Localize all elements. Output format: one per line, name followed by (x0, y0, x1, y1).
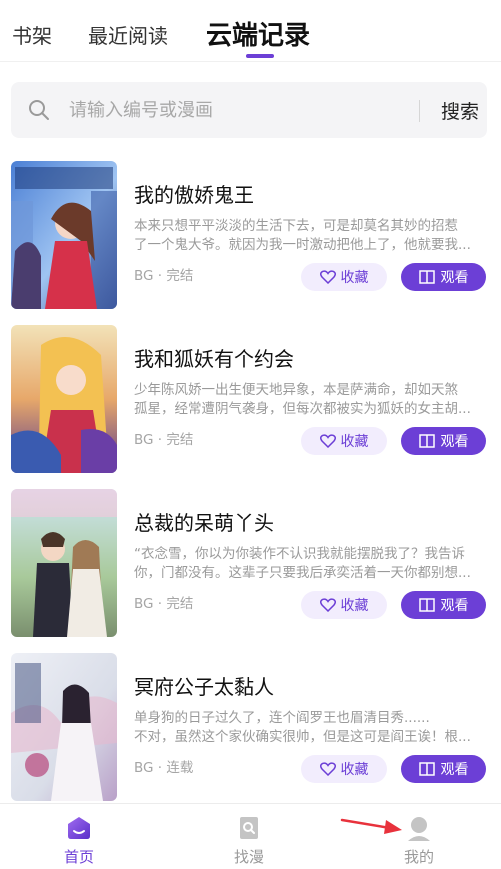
heart-icon (319, 762, 336, 776)
list-item[interactable]: 我和狐妖有个约会 少年陈风娇一出生便天地异象，本是萨满命，却如天煞 孤星，经常遭… (0, 325, 501, 475)
comic-meta: BG · 完结 (134, 432, 194, 448)
profile-icon (408, 817, 430, 841)
top-tab-bar: 书架 最近阅读 云端记录 (0, 0, 501, 62)
comic-meta: BG · 完结 (134, 268, 194, 284)
book-icon (418, 434, 435, 448)
comic-description: 少年陈风娇一出生便天地异象，本是萨满命，却如天煞 孤星，经常遭阴气袭身，但每次都… (134, 382, 471, 417)
book-icon (418, 270, 435, 284)
nav-home[interactable]: 首页 (39, 814, 119, 867)
find-comic-icon (240, 817, 258, 839)
bottom-navigation: 首页 找漫 我的 (0, 803, 501, 869)
comic-title[interactable]: 我和狐妖有个约会 (134, 343, 294, 372)
heart-icon (319, 598, 336, 612)
comic-title[interactable]: 我的傲娇鬼王 (134, 179, 254, 208)
heart-icon (319, 434, 336, 448)
tab-recent-reading[interactable]: 最近阅读 (88, 20, 168, 49)
favorite-button[interactable]: 收藏 (301, 755, 387, 783)
favorite-button[interactable]: 收藏 (301, 427, 387, 455)
tab-bookshelf[interactable]: 书架 (12, 20, 52, 49)
comic-title[interactable]: 冥府公子太黏人 (134, 671, 274, 700)
watch-button[interactable]: 观看 (401, 591, 486, 619)
tab-cloud-record[interactable]: 云端记录 (206, 15, 310, 52)
search-input[interactable] (69, 96, 399, 124)
favorite-button[interactable]: 收藏 (301, 263, 387, 291)
heart-icon (319, 270, 336, 284)
comic-cover[interactable] (11, 653, 117, 801)
comic-description: “衣念雪，你以为你装作不认识我就能摆脱我了？我告诉 你，门都没有。这辈子只要我后… (134, 546, 471, 581)
comic-cover[interactable] (11, 161, 117, 309)
watch-button[interactable]: 观看 (401, 263, 486, 291)
annotation-arrow-icon (340, 818, 402, 834)
active-tab-indicator (246, 54, 274, 58)
watch-button[interactable]: 观看 (401, 755, 486, 783)
home-icon (68, 817, 90, 839)
book-icon (418, 598, 435, 612)
comic-title[interactable]: 总裁的呆萌丫头 (134, 507, 274, 536)
search-divider (419, 100, 420, 122)
comic-cover[interactable] (11, 325, 117, 473)
search-icon (29, 100, 49, 120)
comic-description: 单身狗的日子过久了，连个阎罗王也眉清目秀...... 不对，虽然这个家伙确实很帅… (134, 710, 471, 745)
list-item[interactable]: 总裁的呆萌丫头 “衣念雪，你以为你装作不认识我就能摆脱我了？我告诉 你，门都没有… (0, 489, 501, 639)
comic-meta: BG · 连载 (134, 760, 194, 776)
search-bar: 搜索 (11, 82, 487, 138)
watch-button[interactable]: 观看 (401, 427, 486, 455)
comic-description: 本来只想平平淡淡的生活下去，可是却莫名其妙的招惹 了一个鬼大爷。就因为我一时激动… (134, 218, 471, 253)
favorite-button[interactable]: 收藏 (301, 591, 387, 619)
book-icon (418, 762, 435, 776)
search-button[interactable]: 搜索 (441, 97, 479, 124)
comic-cover[interactable] (11, 489, 117, 637)
comic-meta: BG · 完结 (134, 596, 194, 612)
list-item[interactable]: 我的傲娇鬼王 本来只想平平淡淡的生活下去，可是却莫名其妙的招惹 了一个鬼大爷。就… (0, 161, 501, 311)
list-item[interactable]: 冥府公子太黏人 单身狗的日子过久了，连个阎罗王也眉清目秀...... 不对，虽然… (0, 653, 501, 803)
nav-find-comic[interactable]: 找漫 (209, 814, 289, 867)
